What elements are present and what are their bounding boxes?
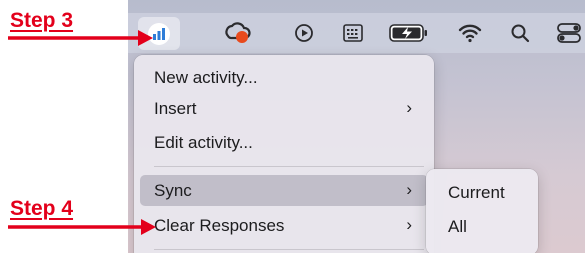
annotation-arrows [8,30,156,235]
step-4-arrow [8,219,156,235]
step-3-arrow [8,30,153,46]
